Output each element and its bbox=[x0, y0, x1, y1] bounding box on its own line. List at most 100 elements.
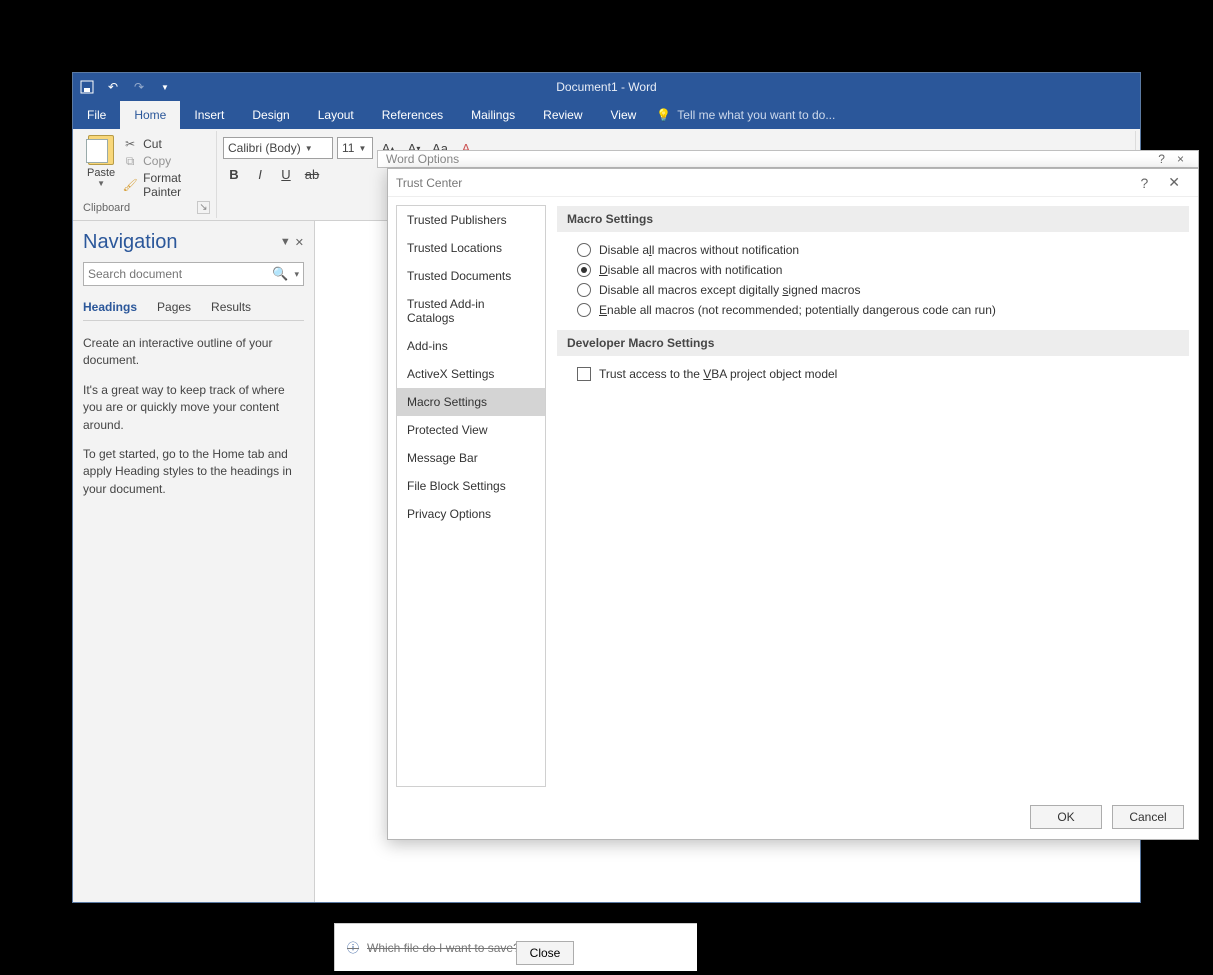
nav-help-text: Create an interactive outline of your do… bbox=[83, 335, 304, 498]
format-painter-label: Format Painter bbox=[143, 171, 210, 199]
trust-center-sidebar: Trusted Publishers Trusted Locations Tru… bbox=[396, 205, 546, 787]
tab-view[interactable]: View bbox=[597, 101, 651, 129]
nav-search-box[interactable]: 🔍 ▾ bbox=[83, 262, 304, 286]
save-icon[interactable] bbox=[79, 79, 95, 95]
paste-label: Paste bbox=[87, 167, 115, 179]
paste-button[interactable]: Paste ▼ bbox=[83, 133, 119, 199]
word-options-title: Word Options bbox=[386, 152, 1152, 166]
nav-tabs: Headings Pages Results bbox=[83, 300, 304, 321]
tab-layout[interactable]: Layout bbox=[304, 101, 368, 129]
nav-help-p3: To get started, go to the Home tab and a… bbox=[83, 446, 304, 498]
word-options-close-icon[interactable]: × bbox=[1171, 152, 1190, 166]
dialog-close-icon[interactable]: ✕ bbox=[1158, 174, 1190, 191]
macro-option-label: Disable all macros except digitally sign… bbox=[599, 283, 860, 297]
clipboard-launcher[interactable]: ↘ bbox=[197, 201, 210, 214]
radio-icon bbox=[577, 263, 591, 277]
sidebar-item-activex-settings[interactable]: ActiveX Settings bbox=[397, 360, 545, 388]
sidebar-item-message-bar[interactable]: Message Bar bbox=[397, 444, 545, 472]
nav-dropdown-icon[interactable]: ▼ bbox=[280, 236, 291, 249]
strikethrough-button[interactable]: ab bbox=[301, 163, 323, 185]
sidebar-item-privacy-options[interactable]: Privacy Options bbox=[397, 500, 545, 528]
titlebar: ↶ ↷ ▼ Document1 - Word File Home Insert … bbox=[73, 73, 1140, 129]
dialog-help-icon[interactable]: ? bbox=[1130, 175, 1158, 191]
copy-icon: ⧉ bbox=[123, 154, 137, 168]
font-name-value: Calibri (Body) bbox=[228, 141, 301, 155]
chevron-down-icon[interactable]: ▾ bbox=[292, 269, 299, 280]
italic-button[interactable]: I bbox=[249, 163, 271, 185]
font-size-value: 11 bbox=[342, 141, 354, 155]
tab-file[interactable]: File bbox=[73, 101, 120, 129]
macro-option-label: Disable all macros without notification bbox=[599, 243, 799, 257]
dialog-footer: OK Cancel bbox=[388, 795, 1198, 839]
font-name-combo[interactable]: Calibri (Body) ▼ bbox=[223, 137, 333, 159]
copy-label: Copy bbox=[143, 154, 171, 168]
sidebar-item-addins[interactable]: Add-ins bbox=[397, 332, 545, 360]
cut-label: Cut bbox=[143, 137, 162, 151]
sidebar-item-trusted-publishers[interactable]: Trusted Publishers bbox=[397, 206, 545, 234]
nav-help-p2: It's a great way to keep track of where … bbox=[83, 382, 304, 434]
dialog-title: Trust Center bbox=[396, 176, 462, 190]
cut-button[interactable]: ✂ Cut bbox=[123, 137, 210, 151]
chevron-down-icon: ▼ bbox=[358, 144, 366, 153]
ribbon-tabs: File Home Insert Design Layout Reference… bbox=[73, 101, 1140, 129]
nav-tab-headings[interactable]: Headings bbox=[83, 300, 137, 320]
lightbulb-icon: 💡 bbox=[656, 108, 671, 122]
bold-button[interactable]: B bbox=[223, 163, 245, 185]
font-size-combo[interactable]: 11 ▼ bbox=[337, 137, 373, 159]
nav-close-icon[interactable]: ✕ bbox=[295, 236, 304, 249]
sidebar-item-macro-settings[interactable]: Macro Settings bbox=[397, 388, 545, 416]
sidebar-item-protected-view[interactable]: Protected View bbox=[397, 416, 545, 444]
word-options-dialog-header: Word Options ? × bbox=[377, 150, 1199, 168]
radio-icon bbox=[577, 283, 591, 297]
chevron-down-icon: ▼ bbox=[305, 144, 313, 153]
tell-me-search[interactable]: 💡 Tell me what you want to do... bbox=[650, 101, 835, 129]
brush-icon: 🖌 bbox=[123, 178, 137, 192]
navigation-title: Navigation bbox=[83, 231, 178, 254]
window-title: Document1 - Word bbox=[73, 80, 1140, 94]
nav-tab-results[interactable]: Results bbox=[211, 300, 251, 320]
macro-option-disable-all-with-notification[interactable]: Disable all macros with notification bbox=[557, 260, 1189, 280]
trust-access-vba-checkbox[interactable]: Trust access to the VBA project object m… bbox=[557, 364, 1189, 384]
dialog-titlebar: Trust Center ? ✕ bbox=[388, 169, 1198, 197]
search-input[interactable] bbox=[88, 267, 268, 281]
macro-option-label: Disable all macros with notification bbox=[599, 263, 782, 277]
trust-center-dialog: Trust Center ? ✕ Trusted Publishers Trus… bbox=[387, 168, 1199, 840]
checkbox-icon bbox=[577, 367, 591, 381]
tab-review[interactable]: Review bbox=[529, 101, 596, 129]
sidebar-item-trusted-addin-catalogs[interactable]: Trusted Add-in Catalogs bbox=[397, 290, 545, 332]
sidebar-item-file-block-settings[interactable]: File Block Settings bbox=[397, 472, 545, 500]
developer-macro-settings-header: Developer Macro Settings bbox=[557, 330, 1189, 356]
info-icon: ⓘ bbox=[347, 939, 359, 956]
copy-button[interactable]: ⧉ Copy bbox=[123, 154, 210, 168]
cancel-button[interactable]: Cancel bbox=[1112, 805, 1184, 829]
scissors-icon: ✂ bbox=[123, 137, 137, 151]
clipboard-group: Paste ▼ ✂ Cut ⧉ Copy 🖌 Format Painter bbox=[77, 131, 217, 218]
close-button[interactable]: Close bbox=[516, 941, 574, 965]
sidebar-item-trusted-documents[interactable]: Trusted Documents bbox=[397, 262, 545, 290]
format-painter-button[interactable]: 🖌 Format Painter bbox=[123, 171, 210, 199]
nav-tab-pages[interactable]: Pages bbox=[157, 300, 191, 320]
underline-button[interactable]: U bbox=[275, 163, 297, 185]
trust-access-vba-label: Trust access to the VBA project object m… bbox=[599, 367, 837, 381]
macro-settings-header: Macro Settings bbox=[557, 206, 1189, 232]
redo-icon[interactable]: ↷ bbox=[131, 79, 147, 95]
navigation-pane: Navigation ▼ ✕ 🔍 ▾ Headings Pages Result… bbox=[73, 221, 315, 902]
tab-mailings[interactable]: Mailings bbox=[457, 101, 529, 129]
clipboard-icon bbox=[88, 135, 114, 165]
macro-option-disable-all-without-notification[interactable]: Disable all macros without notification bbox=[557, 240, 1189, 260]
quick-access-toolbar: ↶ ↷ ▼ Document1 - Word bbox=[73, 73, 1140, 101]
tab-insert[interactable]: Insert bbox=[180, 101, 238, 129]
tab-design[interactable]: Design bbox=[238, 101, 303, 129]
sidebar-item-trusted-locations[interactable]: Trusted Locations bbox=[397, 234, 545, 262]
tab-home[interactable]: Home bbox=[120, 101, 180, 129]
qat-customize-icon[interactable]: ▼ bbox=[157, 79, 173, 95]
undo-icon[interactable]: ↶ bbox=[105, 79, 121, 95]
tab-references[interactable]: References bbox=[368, 101, 457, 129]
macro-option-disable-except-signed[interactable]: Disable all macros except digitally sign… bbox=[557, 280, 1189, 300]
tell-me-placeholder: Tell me what you want to do... bbox=[677, 108, 835, 122]
word-options-help-icon[interactable]: ? bbox=[1152, 152, 1171, 166]
search-icon[interactable]: 🔍 bbox=[268, 266, 292, 282]
clipboard-group-label: Clipboard bbox=[83, 202, 130, 214]
macro-option-enable-all[interactable]: Enable all macros (not recommended; pote… bbox=[557, 300, 1189, 320]
ok-button[interactable]: OK bbox=[1030, 805, 1102, 829]
